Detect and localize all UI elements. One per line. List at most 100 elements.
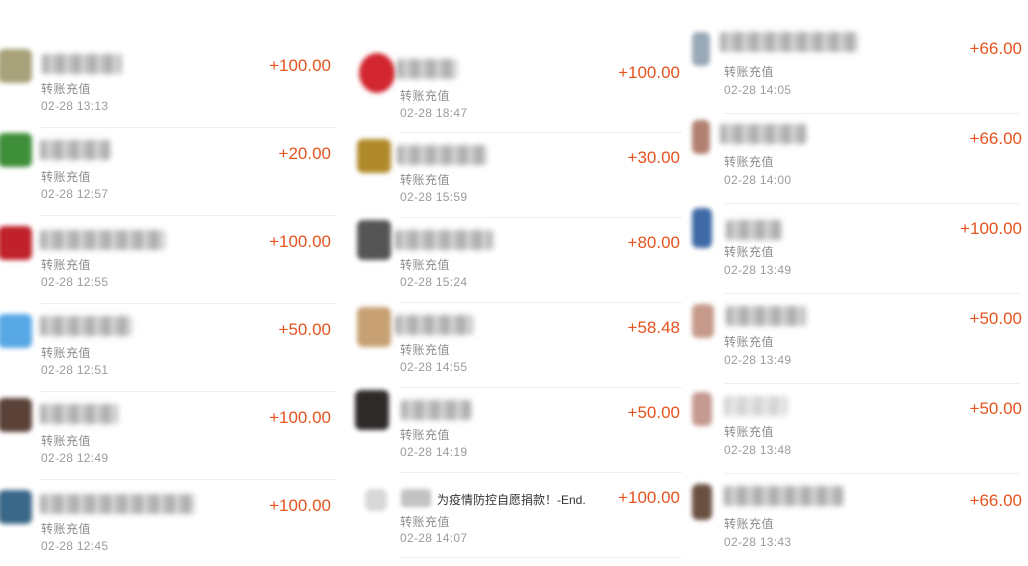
transaction-time: 02-28 13:49 <box>724 263 792 277</box>
transaction-row[interactable]: 转账充值 02-28 14:19 +50.00 <box>345 388 690 473</box>
avatar <box>0 226 32 260</box>
transaction-time: 02-28 12:55 <box>41 275 109 289</box>
transaction-amount: +20.00 <box>278 144 331 163</box>
transaction-time: 02-28 14:07 <box>400 531 468 545</box>
transaction-column-1: 转账充值 02-28 13:13 +100.00 转账充值 02-28 12:5… <box>0 0 345 566</box>
blurred-name <box>395 315 473 335</box>
transaction-time: 02-28 15:24 <box>400 275 468 289</box>
transaction-row[interactable]: 转账充值 02-28 14:00 +66.00 <box>690 114 1028 204</box>
transaction-row[interactable]: 转账充值 02-28 12:55 +100.00 <box>0 216 345 304</box>
transaction-label: 转账充值 <box>724 155 775 169</box>
avatar <box>357 139 391 173</box>
transaction-amount: +58.48 <box>627 318 680 337</box>
transaction-row[interactable]: 转账充值 02-28 13:13 +100.00 <box>0 40 345 128</box>
transaction-time: 02-28 14:05 <box>724 83 792 97</box>
transaction-amount: +66.00 <box>969 39 1022 58</box>
transaction-amount: +66.00 <box>969 129 1022 148</box>
avatar <box>357 220 391 260</box>
transaction-row[interactable]: 转账充值 02-28 14:05 +66.00 <box>690 24 1028 114</box>
transaction-time: 02-28 12:45 <box>41 539 109 553</box>
transaction-column-2: 转账充值 02-28 18:47 +100.00 转账充值 02-28 15:5… <box>345 0 690 566</box>
transaction-amount: +100.00 <box>960 219 1022 238</box>
transaction-time: 02-28 14:00 <box>724 173 792 187</box>
blurred-name <box>724 396 788 416</box>
transaction-label: 转账充值 <box>41 170 92 184</box>
blurred-name <box>42 54 122 74</box>
transaction-row[interactable]: 转账充值 02-28 13:43 +66.00 <box>690 474 1028 566</box>
blurred-name <box>726 306 806 326</box>
transaction-amount: +30.00 <box>627 148 680 167</box>
transaction-label: 转账充值 <box>41 434 92 448</box>
transaction-row[interactable]: 为疫情防控自愿捐款！-End. 转账充值 02-28 14:07 +100.00 <box>345 473 690 566</box>
avatar <box>692 304 714 338</box>
transaction-time: 02-28 13:13 <box>41 99 109 113</box>
blurred-name <box>726 220 782 240</box>
transaction-row[interactable]: 转账充值 02-28 12:57 +20.00 <box>0 128 345 216</box>
transaction-label: 转账充值 <box>41 346 92 360</box>
transaction-amount: +80.00 <box>627 233 680 252</box>
transaction-amount: +100.00 <box>618 488 680 507</box>
blurred-name <box>401 400 471 420</box>
avatar <box>359 53 395 93</box>
transaction-row[interactable]: 转账充值 02-28 13:49 +50.00 <box>690 294 1028 384</box>
avatar <box>0 314 32 348</box>
transaction-time: 02-28 13:48 <box>724 443 792 457</box>
blurred-name <box>40 404 118 424</box>
transaction-label: 转账充值 <box>724 425 775 439</box>
avatar <box>0 490 32 524</box>
blurred-name <box>397 145 487 165</box>
blurred-name <box>40 140 110 160</box>
transaction-time: 02-28 13:43 <box>724 535 792 549</box>
transaction-amount: +100.00 <box>269 496 331 515</box>
transaction-row[interactable]: 转账充值 02-28 12:49 +100.00 <box>0 392 345 480</box>
transaction-label: 转账充值 <box>400 89 451 103</box>
transaction-amount: +50.00 <box>969 399 1022 418</box>
transaction-label: 转账充值 <box>724 65 775 79</box>
transaction-row[interactable]: 转账充值 02-28 13:49 +100.00 <box>690 204 1028 294</box>
avatar <box>0 398 32 432</box>
avatar <box>692 484 712 520</box>
transaction-amount: +66.00 <box>969 491 1022 510</box>
avatar <box>0 133 32 167</box>
transaction-row[interactable]: 转账充值 02-28 15:24 +80.00 <box>345 218 690 303</box>
avatar <box>0 49 32 83</box>
avatar <box>357 307 391 347</box>
transaction-time: 02-28 14:55 <box>400 360 468 374</box>
blurred-name <box>397 59 457 79</box>
transaction-label: 转账充值 <box>41 522 92 536</box>
transaction-amount: +50.00 <box>969 309 1022 328</box>
transaction-label: 转账充值 <box>400 343 451 357</box>
transaction-amount: +50.00 <box>627 403 680 422</box>
avatar <box>692 120 710 154</box>
transaction-time: 02-28 12:51 <box>41 363 109 377</box>
divider <box>400 557 682 558</box>
transaction-time: 02-28 14:19 <box>400 445 468 459</box>
avatar <box>692 32 710 66</box>
avatar <box>692 208 712 248</box>
transaction-row[interactable]: 转账充值 02-28 12:51 +50.00 <box>0 304 345 392</box>
blurred-name <box>401 489 431 507</box>
transaction-time: 02-28 13:49 <box>724 353 792 367</box>
blurred-name <box>720 124 806 144</box>
transaction-time: 02-28 12:49 <box>41 451 109 465</box>
blurred-name <box>40 230 165 250</box>
transaction-amount: +100.00 <box>269 232 331 251</box>
transaction-row[interactable]: 转账充值 02-28 14:55 +58.48 <box>345 303 690 388</box>
transaction-amount: +100.00 <box>618 63 680 82</box>
blurred-name <box>40 316 132 336</box>
transaction-label: 转账充值 <box>724 517 775 531</box>
blurred-name <box>724 486 844 506</box>
transaction-label: 转账充值 <box>724 335 775 349</box>
transaction-row[interactable]: 转账充值 02-28 15:59 +30.00 <box>345 133 690 218</box>
transaction-column-3: 转账充值 02-28 14:05 +66.00 转账充值 02-28 14:00… <box>690 0 1028 566</box>
transaction-amount: +100.00 <box>269 56 331 75</box>
transaction-row[interactable]: 转账充值 02-28 18:47 +100.00 <box>345 47 690 133</box>
transaction-time: 02-28 18:47 <box>400 106 468 120</box>
transaction-label: 转账充值 <box>724 245 775 259</box>
avatar <box>355 390 389 430</box>
transaction-row[interactable]: 转账充值 02-28 12:45 +100.00 <box>0 480 345 566</box>
avatar <box>365 489 387 511</box>
transaction-row[interactable]: 转账充值 02-28 13:48 +50.00 <box>690 384 1028 474</box>
transaction-label: 转账充值 <box>41 258 92 272</box>
transaction-label: 转账充值 <box>400 515 451 529</box>
